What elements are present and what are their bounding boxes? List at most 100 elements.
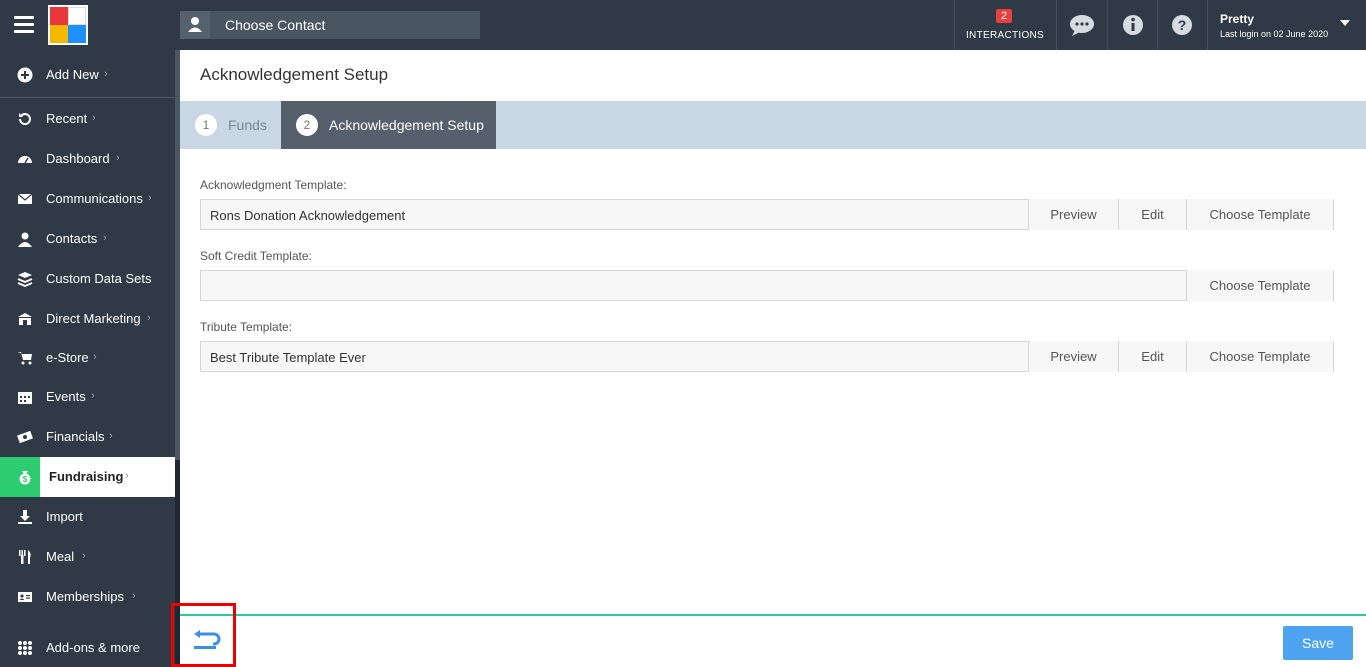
sidebar-item-contacts[interactable]: Contacts › bbox=[0, 219, 175, 259]
sidebar-item-label: Communications bbox=[46, 191, 143, 206]
svg-text:$: $ bbox=[23, 475, 28, 484]
edit-button[interactable]: Edit bbox=[1118, 341, 1186, 372]
soft-credit-template-field: Choose Template bbox=[200, 270, 1334, 301]
highlight-box bbox=[171, 603, 236, 667]
chevron-right-icon: › bbox=[91, 390, 95, 402]
interactions-label: INTERACTIONS bbox=[965, 30, 1045, 41]
help-icon[interactable]: ? bbox=[1157, 0, 1207, 50]
sidebar-item-label: Dashboard bbox=[46, 151, 110, 166]
chat-icon[interactable] bbox=[1057, 0, 1107, 50]
page-title: Acknowledgement Setup bbox=[200, 65, 389, 84]
last-login-text: Last login on 02 June 2020 bbox=[1220, 29, 1329, 39]
sidebar-item-label: Meal bbox=[46, 549, 75, 564]
dashboard-icon bbox=[17, 151, 33, 167]
envelope-icon bbox=[17, 191, 33, 207]
sidebar-item-label: Memberships bbox=[46, 589, 125, 604]
interactions-button[interactable]: 2 INTERACTIONS bbox=[955, 0, 1055, 50]
chevron-right-icon: › bbox=[103, 232, 107, 244]
choose-contact-label: Choose Contact bbox=[225, 17, 326, 33]
choose-template-button[interactable]: Choose Template bbox=[1186, 199, 1333, 230]
acknowledgment-template-value: Rons Donation Acknowledgement bbox=[210, 208, 406, 223]
chevron-right-icon: › bbox=[148, 192, 152, 204]
sidebar-item-label: Import bbox=[46, 509, 83, 524]
tribute-template-field: Best Tribute Template Ever Preview Edit … bbox=[200, 341, 1334, 372]
divider bbox=[1207, 0, 1208, 50]
plus-circle-icon bbox=[17, 67, 33, 83]
sidebar-item-meal[interactable]: Meal › bbox=[0, 537, 175, 577]
contact-user-icon bbox=[180, 11, 210, 39]
sidebar-item-label: Direct Marketing bbox=[46, 311, 141, 326]
cart-icon bbox=[17, 350, 33, 366]
preview-button[interactable]: Preview bbox=[1028, 341, 1118, 372]
divider bbox=[0, 97, 175, 98]
history-icon bbox=[17, 111, 33, 127]
building-icon bbox=[17, 311, 33, 327]
download-icon bbox=[17, 509, 33, 525]
interactions-count-badge: 2 bbox=[996, 9, 1013, 23]
sidebar-item-add-ons[interactable]: Add-ons & more bbox=[0, 628, 175, 667]
user-dropdown-caret-icon[interactable] bbox=[1340, 20, 1350, 26]
choose-template-button[interactable]: Choose Template bbox=[1186, 341, 1333, 372]
sidebar-item-label: Add-ons & more bbox=[46, 640, 140, 655]
sidebar-item-label: e-Store bbox=[46, 350, 89, 365]
choose-template-button[interactable]: Choose Template bbox=[1186, 270, 1333, 301]
money-icon bbox=[17, 429, 33, 445]
footer-divider bbox=[180, 614, 1366, 616]
grid-icon bbox=[17, 640, 33, 656]
layers-icon bbox=[17, 271, 33, 287]
sidebar-item-add-new[interactable]: Add New › bbox=[0, 55, 175, 95]
chevron-right-icon: › bbox=[132, 590, 136, 602]
preview-button[interactable]: Preview bbox=[1028, 199, 1118, 230]
sidebar-item-label: Custom Data Sets bbox=[46, 271, 152, 286]
user-name: Pretty bbox=[1220, 12, 1255, 26]
sidebar-item-import[interactable]: Import bbox=[0, 497, 175, 537]
svg-text:?: ? bbox=[1178, 17, 1187, 33]
chevron-right-icon: › bbox=[104, 68, 108, 80]
sidebar-item-fundraising[interactable]: $ Fundraising › bbox=[0, 457, 175, 497]
chevron-right-icon: › bbox=[147, 312, 151, 324]
step-bar: 1 Funds 2 Acknowledgement Setup bbox=[180, 101, 1366, 149]
sidebar-item-recent[interactable]: Recent › bbox=[0, 99, 175, 139]
sidebar-item-label: Fundraising bbox=[49, 469, 124, 484]
soft-credit-template-label: Soft Credit Template: bbox=[200, 249, 312, 263]
sidebar-item-label: Financials bbox=[46, 429, 105, 444]
sidebar-item-events[interactable]: Events › bbox=[0, 377, 175, 417]
edit-button[interactable]: Edit bbox=[1118, 199, 1186, 230]
step-label: Acknowledgement Setup bbox=[329, 117, 484, 133]
sidebar-item-direct-marketing[interactable]: Direct Marketing › bbox=[0, 299, 175, 339]
step-acknowledgement-setup[interactable]: 2 Acknowledgement Setup bbox=[281, 101, 496, 149]
step-label: Funds bbox=[228, 117, 267, 133]
sidebar-item-label: Events bbox=[46, 389, 86, 404]
calendar-icon bbox=[17, 389, 33, 405]
chevron-right-icon: › bbox=[109, 430, 113, 442]
sidebar-item-communications[interactable]: Communications › bbox=[0, 179, 175, 219]
hamburger-menu-icon[interactable] bbox=[14, 16, 34, 34]
chevron-right-icon: › bbox=[125, 470, 129, 482]
sidebar-item-label: Recent bbox=[46, 111, 88, 126]
top-bar: Choose Contact 2 INTERACTIONS ? Pretty L… bbox=[0, 0, 1366, 50]
info-icon[interactable] bbox=[1108, 0, 1158, 50]
chevron-right-icon: › bbox=[82, 550, 86, 562]
step-number: 1 bbox=[195, 114, 217, 136]
chevron-right-icon: › bbox=[92, 112, 96, 124]
sidebar-item-label: Add New bbox=[46, 67, 99, 82]
sidebar-item-financials[interactable]: Financials › bbox=[0, 417, 175, 457]
id-card-icon bbox=[17, 589, 33, 605]
sidebar-item-label: Contacts bbox=[46, 231, 98, 246]
utensils-icon bbox=[17, 549, 33, 565]
chevron-right-icon: › bbox=[116, 152, 120, 164]
acknowledgment-template-field: Rons Donation Acknowledgement Preview Ed… bbox=[200, 199, 1334, 230]
app-logo[interactable] bbox=[48, 5, 88, 45]
tribute-template-label: Tribute Template: bbox=[200, 320, 293, 334]
user-menu[interactable]: Pretty Last login on 02 June 2020 bbox=[1220, 12, 1328, 39]
sidebar-item-memberships[interactable]: Memberships › bbox=[0, 577, 175, 617]
user-icon bbox=[17, 231, 33, 247]
sidebar-item-dashboard[interactable]: Dashboard › bbox=[0, 139, 175, 179]
step-funds[interactable]: 1 Funds bbox=[180, 101, 280, 149]
save-button[interactable]: Save bbox=[1283, 626, 1353, 660]
money-bag-icon: $ bbox=[17, 469, 33, 485]
choose-contact-field[interactable]: Choose Contact bbox=[180, 11, 480, 39]
sidebar-item-e-store[interactable]: e-Store › bbox=[0, 338, 175, 378]
chevron-right-icon: › bbox=[93, 351, 97, 363]
sidebar-item-custom-data-sets[interactable]: Custom Data Sets bbox=[0, 259, 175, 299]
